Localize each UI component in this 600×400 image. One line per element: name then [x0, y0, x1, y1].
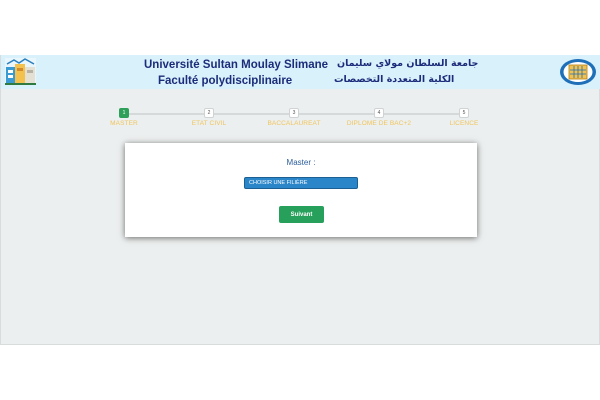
faculty-name-ar: الكلية المتعددة التخصصات: [334, 74, 455, 85]
step-2-marker: 2: [204, 108, 214, 118]
step-1-label: MASTER: [110, 120, 138, 127]
step-master[interactable]: 1 MASTER: [84, 108, 164, 127]
step-5-label: LICENCE: [449, 120, 479, 127]
university-emblem-icon: [560, 59, 596, 85]
site-header: Université Sultan Moulay Slimane Faculté…: [1, 55, 600, 89]
step-2-label: ETAT CIVIL: [191, 120, 227, 127]
progress-stepper: 1 MASTER 2 ETAT CIVIL 3 BACCALAUREAT 4 D…: [1, 108, 600, 138]
step-licence[interactable]: 5 LICENCE: [424, 108, 504, 127]
step-1-marker: 1: [119, 108, 129, 118]
step-4-label: DIPLOME DE BAC+2: [346, 120, 412, 127]
step-etat-civil[interactable]: 2 ETAT CIVIL: [169, 108, 249, 127]
faculty-name-fr: Faculté polydisciplinaire: [158, 75, 293, 87]
step-5-marker: 5: [459, 108, 469, 118]
master-field-label: Master :: [286, 158, 316, 167]
university-name-fr: Université Sultan Moulay Slimane: [144, 59, 329, 71]
master-form-card: Master : CHOISIR UNE FILIÈRE Suivant: [125, 143, 477, 237]
step-3-label: BACCALAUREAT: [267, 120, 321, 127]
step-baccalaureat[interactable]: 3 BACCALAUREAT: [254, 108, 334, 127]
university-name-ar: جامعة السلطان مولاي سليمان: [337, 58, 479, 69]
page-frame: Université Sultan Moulay Slimane Faculté…: [0, 55, 600, 345]
faculty-logo-icon: [5, 58, 36, 85]
step-3-marker: 3: [289, 108, 299, 118]
step-4-marker: 4: [374, 108, 384, 118]
next-button[interactable]: Suivant: [279, 206, 324, 223]
filiere-select[interactable]: CHOISIR UNE FILIÈRE: [244, 177, 358, 189]
step-diplome-bac2[interactable]: 4 DIPLOME DE BAC+2: [339, 108, 419, 127]
